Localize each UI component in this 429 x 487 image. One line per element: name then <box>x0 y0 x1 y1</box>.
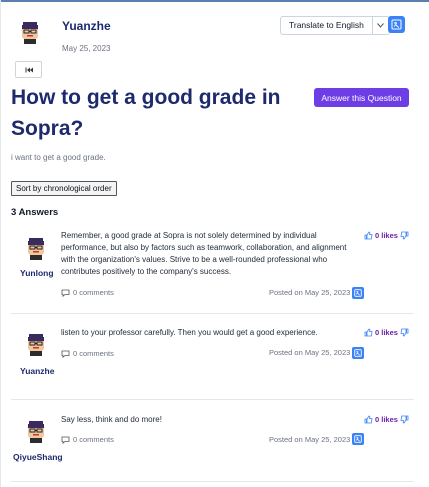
answer-author-name[interactable]: QiyueShang <box>13 452 63 462</box>
thumbs-down-button[interactable] <box>400 328 409 337</box>
comments-link[interactable]: 0 comments <box>61 288 114 297</box>
answer-text: listen to your professor carefully. Then… <box>61 328 318 337</box>
question-date: May 25, 2023 <box>62 44 111 53</box>
thumbs-up-button[interactable] <box>364 328 373 337</box>
comments-link[interactable]: 0 comments <box>61 349 114 358</box>
left-border <box>0 0 1 487</box>
thumbs-down-icon <box>400 415 409 424</box>
question-author-name[interactable]: Yuanzhe <box>62 19 111 33</box>
thumbs-up-icon <box>364 328 373 337</box>
chevron-down-icon <box>377 23 385 28</box>
answers-count: 3 Answers <box>11 207 59 218</box>
thumbs-down-button[interactable] <box>400 415 409 424</box>
author-avatar-icon <box>22 22 38 44</box>
comments-link[interactable]: 0 comments <box>61 435 114 444</box>
comment-icon <box>61 289 70 297</box>
answer-text: Remember, a good grade at Sopra is not s… <box>61 231 347 276</box>
comments-count: 0 comments <box>73 435 114 444</box>
thumbs-down-button[interactable] <box>400 231 409 240</box>
comment-icon <box>61 350 70 358</box>
avatar-icon <box>28 238 44 260</box>
answer-author-name[interactable]: Yunlong <box>20 268 54 278</box>
question-body: i want to get a good grade. <box>11 153 106 162</box>
translate-answer-button[interactable] <box>352 287 364 299</box>
back-button[interactable] <box>15 61 42 78</box>
answer-divider <box>11 313 414 314</box>
likes-count: 0 likes <box>375 231 398 240</box>
thumbs-up-icon <box>364 415 373 424</box>
translate-icon-button[interactable] <box>388 16 405 33</box>
back-icon <box>25 67 33 72</box>
answer-question-button[interactable]: Answer this Question <box>314 88 409 107</box>
comments-count: 0 comments <box>73 288 114 297</box>
translate-icon <box>354 289 362 297</box>
avatar-icon <box>28 334 44 356</box>
translate-answer-button[interactable] <box>352 347 364 359</box>
translate-icon <box>354 435 362 443</box>
thumbs-up-button[interactable] <box>364 415 373 424</box>
posted-date: Posted on May 25, 2023 <box>269 288 351 297</box>
posted-date: Posted on May 25, 2023 <box>269 435 351 444</box>
thumbs-down-icon <box>400 328 409 337</box>
translate-dropdown[interactable]: Translate to English <box>280 16 390 35</box>
thumbs-down-icon <box>400 231 409 240</box>
translate-button[interactable]: Translate to English <box>281 17 373 34</box>
thumbs-up-button[interactable] <box>364 231 373 240</box>
posted-date: Posted on May 25, 2023 <box>269 348 351 357</box>
comments-count: 0 comments <box>73 349 114 358</box>
answer-text: Say less, think and do more! <box>61 415 162 424</box>
question-title: How to get a good grade in Sopra? <box>11 86 281 140</box>
likes-group: 0 likes <box>364 231 409 240</box>
answer-divider <box>11 399 414 400</box>
top-border <box>0 0 429 2</box>
thumbs-up-icon <box>364 231 373 240</box>
translate-icon <box>391 19 402 30</box>
translate-icon <box>354 349 362 357</box>
comment-icon <box>61 436 70 444</box>
likes-group: 0 likes <box>364 415 409 424</box>
answer-author-name[interactable]: Yuanzhe <box>20 366 54 376</box>
sort-button[interactable]: Sort by chronological order <box>11 181 117 196</box>
avatar-icon <box>28 421 44 443</box>
likes-count: 0 likes <box>375 328 398 337</box>
answer-divider <box>11 481 414 482</box>
likes-count: 0 likes <box>375 415 398 424</box>
translate-answer-button[interactable] <box>352 433 364 445</box>
likes-group: 0 likes <box>364 328 409 337</box>
translate-caret[interactable] <box>373 17 389 34</box>
